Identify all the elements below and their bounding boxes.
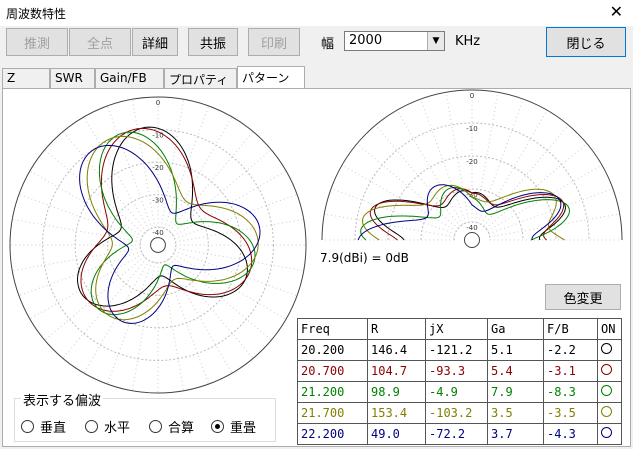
- toggle-circle-icon[interactable]: [601, 385, 612, 396]
- radio-label: 合算: [168, 421, 195, 436]
- cell-fb: -3.1: [543, 360, 598, 382]
- grid-spoke: [483, 124, 569, 227]
- cell-fb: -2.2: [543, 339, 598, 361]
- color-change-button[interactable]: 色変更: [545, 284, 621, 310]
- radio-label: 重畳: [230, 421, 257, 436]
- grid-spoke: [175, 247, 304, 272]
- col-r: R: [367, 318, 426, 340]
- radio-horizontal[interactable]: 水平: [85, 417, 130, 436]
- ring-label: -10: [152, 132, 163, 140]
- cell-fb: -3.5: [543, 402, 598, 424]
- cell-ga: 3.5: [487, 402, 544, 424]
- table-row[interactable]: 22.200 49.0 -72.2 3.7 -4.3: [297, 423, 622, 445]
- pattern-curve: [79, 144, 261, 324]
- grid-spoke: [487, 164, 603, 232]
- cell-jx: -4.9: [425, 381, 488, 403]
- radio-icon[interactable]: [149, 420, 162, 433]
- cell-on[interactable]: [597, 360, 622, 382]
- radio-sum[interactable]: 合算: [149, 417, 194, 436]
- radio-icon[interactable]: [85, 420, 98, 433]
- ring-label: -40: [152, 229, 163, 237]
- grid-spoke: [166, 260, 233, 374]
- cell-r: 98.9: [367, 381, 426, 403]
- center-marker: [150, 237, 166, 253]
- vertical-pattern-plot: 0-10-20-30-40: [321, 89, 623, 248]
- grid-spoke: [396, 109, 464, 225]
- cell-freq: 21.200: [297, 381, 368, 403]
- ring-label: 0: [156, 99, 160, 107]
- col-freq: Freq: [297, 318, 368, 340]
- grid-spoke: [62, 131, 147, 232]
- cell-jx: -93.3: [425, 360, 488, 382]
- cell-on[interactable]: [597, 402, 622, 424]
- horizontal-pattern-plot: 0 -10 -20 -30 -40: [9, 96, 307, 394]
- cell-ga: 3.7: [487, 423, 544, 445]
- cell-freq: 22.200: [297, 423, 368, 445]
- toggle-circle-icon[interactable]: [601, 364, 612, 375]
- cell-freq: 20.200: [297, 339, 368, 361]
- table-header: Freq R jX Ga F/B ON: [297, 318, 622, 340]
- ring-label: -10: [466, 125, 477, 133]
- radio-icon[interactable]: [21, 420, 34, 433]
- radio-label: 水平: [104, 421, 131, 436]
- polarization-title: 表示する偏波: [21, 390, 104, 409]
- cell-jx: -72.2: [425, 423, 488, 445]
- cell-on[interactable]: [597, 423, 622, 445]
- table-row[interactable]: 21.200 98.9 -4.9 7.9 -8.3: [297, 381, 622, 403]
- cell-on[interactable]: [597, 339, 622, 361]
- radio-vertical[interactable]: 垂直: [21, 417, 66, 436]
- grid-ring: [9, 96, 307, 394]
- cell-freq: 20.700: [297, 360, 368, 382]
- cell-jx: -121.2: [425, 339, 488, 361]
- cell-fb: -4.3: [543, 423, 598, 445]
- radio-selected-icon[interactable]: [211, 420, 224, 433]
- polarization-group: 表示する偏波 垂直 水平 合算 重畳: [14, 390, 276, 442]
- col-ga: Ga: [487, 318, 544, 340]
- ring-label: -20: [152, 164, 163, 172]
- table-row[interactable]: 20.700 104.7 -93.3 5.4 -3.1: [297, 360, 622, 382]
- results-table: Freq R jX Ga F/B ON 20.200 146.4 -121.2 5.1…: [297, 318, 622, 445]
- cell-freq: 21.700: [297, 402, 368, 424]
- ring-label: -30: [152, 197, 163, 205]
- col-jx: jX: [425, 318, 488, 340]
- cell-r: 146.4: [367, 339, 426, 361]
- cell-ga: 5.4: [487, 360, 544, 382]
- toggle-circle-icon[interactable]: [601, 343, 612, 354]
- cell-jx: -103.2: [425, 402, 488, 424]
- toggle-circle-icon[interactable]: [601, 406, 612, 417]
- pattern-curve: [90, 131, 256, 316]
- grid-spoke: [324, 213, 455, 238]
- ring-label: 0: [470, 92, 474, 100]
- cell-fb: -8.3: [543, 381, 598, 403]
- col-on: ON: [597, 318, 622, 340]
- grid-spoke: [173, 253, 287, 320]
- grid-spoke: [480, 109, 548, 225]
- cell-ga: 7.9: [487, 381, 544, 403]
- grid-spoke: [44, 256, 145, 341]
- center-marker: [464, 232, 480, 248]
- ring-label: -40: [466, 224, 477, 232]
- table-row[interactable]: 21.700 153.4 -103.2 3.5 -3.5: [297, 402, 622, 424]
- radio-label: 垂直: [40, 421, 67, 436]
- table-row[interactable]: 20.200 146.4 -121.2 5.1 -2.2: [297, 339, 622, 361]
- cell-r: 104.7: [367, 360, 426, 382]
- toggle-circle-icon[interactable]: [601, 427, 612, 438]
- cell-r: 153.4: [367, 402, 426, 424]
- radio-overlay[interactable]: 重畳: [211, 417, 256, 436]
- grid-spoke: [106, 261, 153, 385]
- scale-note: 7.9(dBi) = 0dB: [320, 251, 409, 265]
- pattern-curve: [76, 126, 248, 307]
- grid-spoke: [474, 92, 499, 223]
- grid-spoke: [375, 124, 461, 227]
- cell-on[interactable]: [597, 381, 622, 403]
- cell-r: 49.0: [367, 423, 426, 445]
- col-fb: F/B: [543, 318, 598, 340]
- grid-spoke: [174, 193, 298, 240]
- ring-label: -20: [466, 158, 477, 166]
- grid-spoke: [341, 164, 457, 232]
- cell-ga: 5.1: [487, 339, 544, 361]
